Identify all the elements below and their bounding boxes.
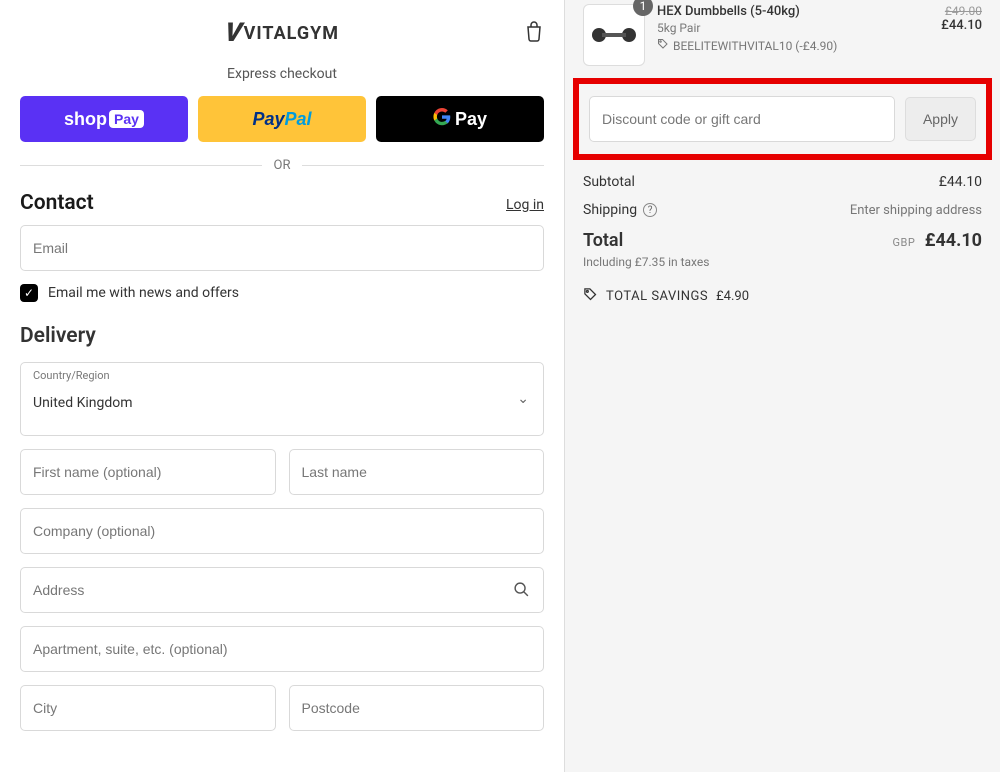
shipping-label: Shipping <box>583 202 637 218</box>
subtotal-value: £44.10 <box>939 174 982 190</box>
country-select[interactable]: Country/Region United Kingdom ⌄ <box>20 362 544 436</box>
news-label: Email me with news and offers <box>48 285 239 301</box>
savings-value: £4.90 <box>716 289 749 304</box>
shop-pay-badge: Pay <box>109 110 144 128</box>
total-label: Total <box>583 230 623 251</box>
subtotal-label: Subtotal <box>583 174 635 190</box>
logo-text: VITALGYM <box>244 23 339 44</box>
shop-pay-text: shop <box>64 109 107 130</box>
google-icon <box>433 108 451 131</box>
apartment-field[interactable] <box>20 626 544 672</box>
address-field[interactable] <box>20 567 544 613</box>
search-icon <box>513 581 530 602</box>
country-label: Country/Region <box>33 369 110 382</box>
promo-highlight-box: Apply <box>573 78 992 160</box>
cart-icon[interactable] <box>524 20 544 46</box>
help-icon[interactable]: ? <box>643 203 657 217</box>
city-field[interactable] <box>20 685 276 731</box>
company-field[interactable] <box>20 508 544 554</box>
email-field[interactable] <box>20 225 544 271</box>
total-value: £44.10 <box>925 230 982 251</box>
total-currency: GBP <box>892 236 915 249</box>
tag-icon <box>583 287 598 306</box>
country-value: United Kingdom <box>33 377 531 421</box>
brand-logo[interactable]: V VITALGYM <box>225 18 339 48</box>
delivery-title: Delivery <box>20 324 544 348</box>
chevron-down-icon: ⌄ <box>517 391 529 407</box>
cart-item: 1 HEX Dumbbells (5-40kg) 5kg Pair BEELIT… <box>565 4 1000 66</box>
login-link[interactable]: Log in <box>506 197 544 213</box>
first-name-field[interactable] <box>20 449 276 495</box>
savings-label: TOTAL SAVINGS <box>606 289 708 304</box>
last-name-field[interactable] <box>289 449 545 495</box>
price-original: £49.00 <box>912 4 982 18</box>
item-discount-code: BEELITEWITHVITAL10 (-£4.90) <box>673 39 837 53</box>
price-discounted: £44.10 <box>912 18 982 33</box>
tag-icon <box>657 38 669 53</box>
postcode-field[interactable] <box>289 685 545 731</box>
logo-mark: V <box>223 18 242 48</box>
paypal-pal: Pal <box>285 109 312 129</box>
shipping-value: Enter shipping address <box>850 203 982 218</box>
tax-note: Including £7.35 in taxes <box>583 255 982 269</box>
gpay-text: Pay <box>455 109 487 130</box>
express-checkout-title: Express checkout <box>20 66 544 82</box>
paypal-pay: Pay <box>252 109 284 129</box>
item-title: HEX Dumbbells (5-40kg) <box>657 4 900 19</box>
gpay-button[interactable]: Pay <box>376 96 544 142</box>
paypal-button[interactable]: PayPal <box>198 96 366 142</box>
item-variant: 5kg Pair <box>657 21 900 35</box>
discount-code-input[interactable] <box>589 96 895 142</box>
shop-pay-button[interactable]: shopPay <box>20 96 188 142</box>
news-checkbox[interactable]: ✓ <box>20 284 38 302</box>
or-divider: OR <box>20 158 544 173</box>
quantity-badge: 1 <box>633 0 653 16</box>
apply-button[interactable]: Apply <box>905 97 976 141</box>
contact-title: Contact <box>20 191 94 215</box>
